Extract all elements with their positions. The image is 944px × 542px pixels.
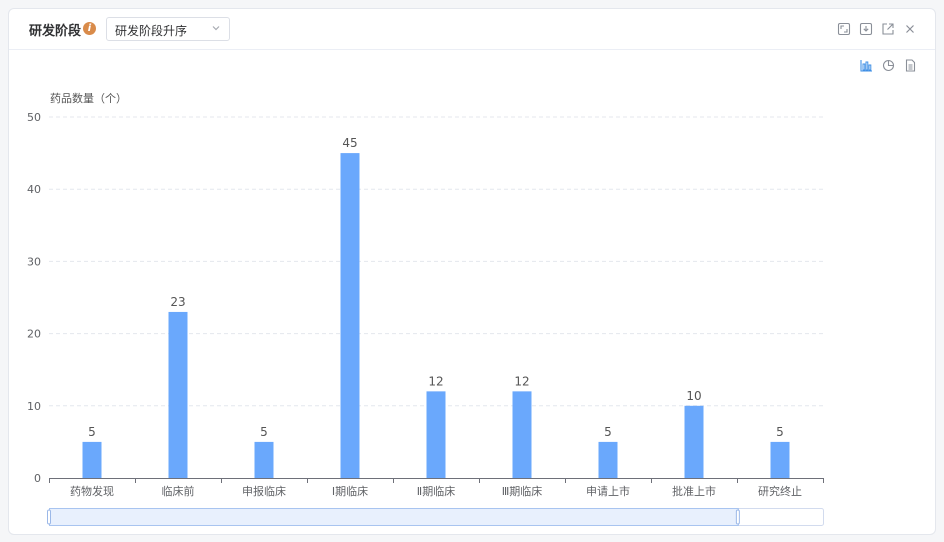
x-tick-label: Ⅰ期临床 xyxy=(332,484,368,498)
data-label: 23 xyxy=(170,295,185,309)
bar-chart: 0 10 20 30 40 50 5 药物发现 23 临床前 5 申报临床 45 Ⅰ期临床 12 Ⅱ期临床 12… xyxy=(27,111,824,526)
data-label: 5 xyxy=(776,425,784,439)
bar xyxy=(512,391,532,478)
bar xyxy=(426,391,446,478)
data-label: 12 xyxy=(428,374,443,388)
data-label: 5 xyxy=(604,425,612,439)
x-tick-label: Ⅲ期临床 xyxy=(502,484,543,498)
bar xyxy=(684,405,704,478)
y-tick-label: 40 xyxy=(27,183,41,196)
chart-card: 研发阶段 i 研发阶段升序 药品数量（个） 0 10 20 30 40 50 5 药物发现 23… xyxy=(8,8,936,535)
y-tick-label: 20 xyxy=(27,328,41,341)
bar xyxy=(168,311,188,478)
bar xyxy=(340,153,360,478)
x-tick-label: 研究终止 xyxy=(758,484,802,498)
x-tick-label: 申请上市 xyxy=(586,484,630,498)
data-label: 12 xyxy=(514,374,529,388)
bar xyxy=(254,441,274,478)
y-tick-label: 30 xyxy=(27,255,41,268)
bar xyxy=(82,441,102,478)
y-tick-label: 10 xyxy=(27,400,41,413)
x-tick-label: 批准上市 xyxy=(672,484,716,498)
zoom-slider-handle[interactable] xyxy=(47,509,51,525)
data-label: 10 xyxy=(686,389,701,403)
data-label: 5 xyxy=(88,425,96,439)
zoom-slider-handle[interactable] xyxy=(735,509,740,525)
x-tick-label: Ⅱ期临床 xyxy=(417,484,455,498)
bar xyxy=(598,441,618,478)
data-label: 45 xyxy=(342,136,357,150)
bar xyxy=(770,441,790,478)
x-tick-label: 药物发现 xyxy=(70,484,114,498)
x-tick-label: 临床前 xyxy=(162,484,195,498)
x-tick-label: 申报临床 xyxy=(242,484,286,498)
y-tick-label: 50 xyxy=(27,111,41,124)
data-label: 5 xyxy=(260,425,268,439)
y-tick-label: 0 xyxy=(34,472,41,485)
zoom-slider-window[interactable] xyxy=(49,508,739,526)
